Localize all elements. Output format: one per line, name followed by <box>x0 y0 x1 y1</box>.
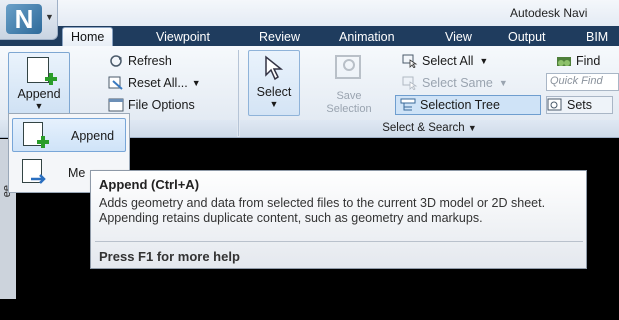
sets-icon <box>547 98 563 112</box>
reset-all-label: Reset All... <box>128 76 188 90</box>
quick-find-input[interactable]: Quick Find <box>546 73 619 91</box>
sets-label: Sets <box>567 98 593 112</box>
append-icon <box>21 122 49 150</box>
selection-label: Selection <box>326 103 372 115</box>
tab-review[interactable]: Review <box>259 29 300 46</box>
append-button[interactable]: Append ▼ <box>8 52 70 116</box>
select-same-label: Select Same <box>422 76 493 90</box>
tooltip-title: Append (Ctrl+A) <box>99 177 200 192</box>
tooltip-description: Adds geometry and data from selected fil… <box>99 196 546 225</box>
application-menu-button[interactable]: N ▼ <box>0 0 58 40</box>
chevron-down-icon: ▼ <box>191 78 201 88</box>
chevron-down-icon: ▼ <box>467 123 477 133</box>
tooltip-divider <box>95 241 583 242</box>
cursor-icon <box>265 55 284 81</box>
tree-icon <box>400 98 416 112</box>
select-label: Select <box>256 85 292 99</box>
menu-item-append[interactable]: Append <box>12 118 126 152</box>
chevron-down-icon: ▼ <box>34 101 44 111</box>
save-selection-icon <box>335 55 361 79</box>
refresh-label: Refresh <box>128 54 172 68</box>
group-divider <box>238 50 239 136</box>
tooltip-help-hint: Press F1 for more help <box>99 249 240 264</box>
chevron-down-icon: ▼ <box>269 99 279 109</box>
tab-animation[interactable]: Animation <box>339 29 395 46</box>
merge-icon <box>20 159 48 187</box>
append-label: Append <box>17 87 61 101</box>
title-bar: Autodesk Navi <box>0 0 619 26</box>
find-label: Find <box>576 54 601 68</box>
reset-icon <box>108 76 124 90</box>
find-items-button[interactable]: Find <box>556 52 600 70</box>
binoculars-icon <box>556 54 572 68</box>
ribbon-tabs: Home Viewpoint Review Animation View Out… <box>0 26 619 46</box>
tab-bim[interactable]: BIM <box>586 29 608 46</box>
reset-all-button[interactable]: Reset All... ▼ <box>108 74 201 92</box>
append-tooltip: Append (Ctrl+A) Adds geometry and data f… <box>90 170 587 269</box>
window-title: Autodesk Navi <box>510 6 588 20</box>
plus-icon <box>45 73 57 85</box>
refresh-icon <box>108 54 124 68</box>
navisworks-logo-icon: N <box>6 4 42 34</box>
save-selection-button[interactable]: Save Selection <box>320 50 378 116</box>
file-options-button[interactable]: File Options <box>108 96 195 114</box>
chevron-down-icon: ▼ <box>45 12 54 22</box>
select-same-button[interactable]: Select Same ▼ <box>402 74 508 92</box>
sets-button[interactable]: Sets <box>546 96 614 114</box>
select-all-button[interactable]: Select All ▼ <box>402 52 488 70</box>
chevron-down-icon: ▼ <box>498 78 508 88</box>
menu-item-label: Append <box>71 129 115 143</box>
select-all-label: Select All <box>422 54 474 68</box>
chevron-down-icon: ▼ <box>479 56 489 66</box>
refresh-button[interactable]: Refresh <box>108 52 172 70</box>
file-options-label: File Options <box>128 98 195 112</box>
selection-tree-button[interactable]: Selection Tree <box>395 95 541 115</box>
quick-find-placeholder: Quick Find <box>550 75 603 87</box>
select-same-icon <box>402 76 418 91</box>
select-search-group-label[interactable]: Select & Search ▼ <box>240 120 619 137</box>
tab-viewpoint[interactable]: Viewpoint <box>156 29 210 46</box>
select-all-icon <box>402 54 418 69</box>
file-options-icon <box>108 98 124 112</box>
tab-view[interactable]: View <box>445 29 472 46</box>
tab-output[interactable]: Output <box>508 29 546 46</box>
menu-item-label: Me <box>68 166 86 180</box>
tab-home[interactable]: Home <box>62 27 114 46</box>
save-label: Save <box>336 90 362 102</box>
selection-tree-label: Selection Tree <box>420 98 500 112</box>
select-button[interactable]: Select ▼ <box>248 50 300 116</box>
